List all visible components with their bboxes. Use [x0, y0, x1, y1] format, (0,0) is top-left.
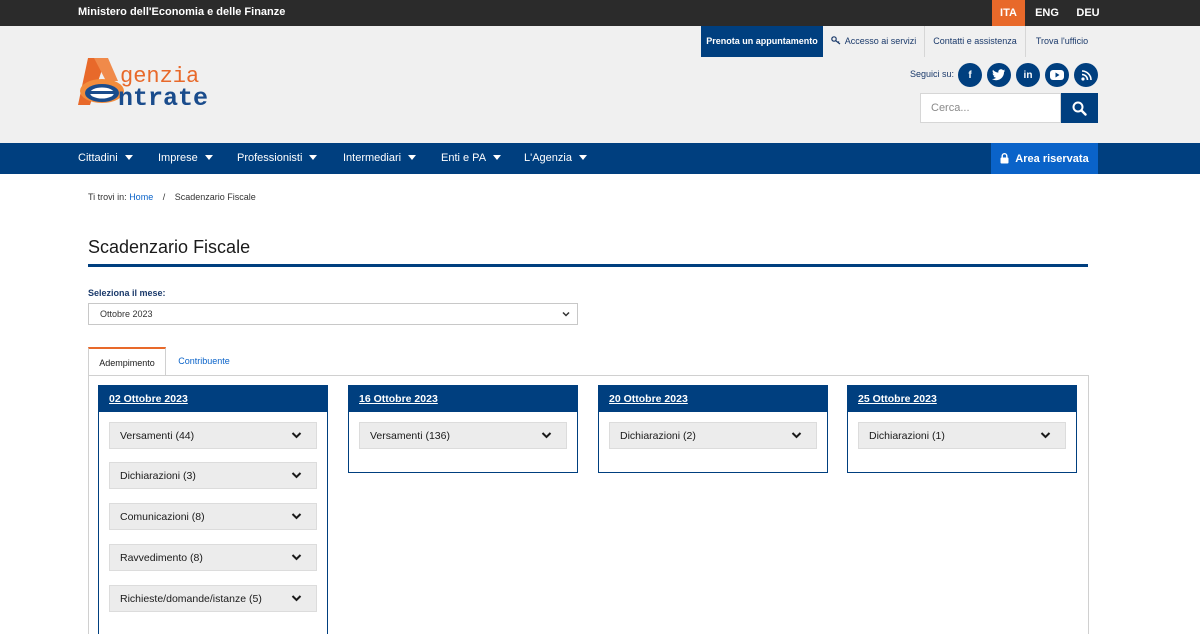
reserved-area-button[interactable]: Area riservata: [991, 143, 1098, 174]
caret-down-icon: [578, 155, 587, 160]
accordion-richieste[interactable]: Richieste/domande/istanze (5): [109, 585, 317, 612]
accordion-dichiarazioni[interactable]: Dichiarazioni (3): [109, 462, 317, 489]
page-title: Scadenzario Fiscale: [88, 237, 251, 257]
lang-deu[interactable]: DEU: [1068, 0, 1108, 26]
nav-label: Professionisti: [237, 152, 303, 164]
nav-item-imprese[interactable]: Imprese: [158, 143, 213, 174]
accordion-label: Versamenti (136): [370, 430, 450, 442]
breadcrumb: Ti trovi in: Home / Scadenzario Fiscale: [88, 192, 256, 202]
accordion-versamenti[interactable]: Versamenti (44): [109, 422, 317, 449]
services-link[interactable]: Accesso ai servizi: [823, 26, 925, 57]
breadcrumb-prefix: Ti trovi in:: [88, 192, 127, 202]
linkedin-icon[interactable]: in: [1016, 63, 1040, 87]
key-icon: [830, 36, 841, 45]
chevron-down-icon: [541, 432, 552, 439]
social-label: Seguici su:: [910, 69, 955, 79]
chevron-down-icon: [291, 513, 302, 520]
services-label: Accesso ai servizi: [844, 36, 917, 46]
day-card-date[interactable]: 25 Ottobre 2023: [848, 386, 1076, 412]
ministry-link[interactable]: Ministero dell'Economia e delle Finanze: [78, 6, 285, 18]
twitter-icon[interactable]: [987, 63, 1011, 87]
caret-down-icon: [309, 155, 318, 160]
nav-label: Cittadini: [78, 152, 118, 164]
nav-label: Enti e PA: [441, 152, 487, 164]
lock-icon: [1000, 153, 1009, 164]
search-icon: [1072, 101, 1087, 116]
day-card-date[interactable]: 20 Ottobre 2023: [599, 386, 827, 412]
chevron-down-icon: [1040, 432, 1051, 439]
breadcrumb-home-link[interactable]: Home: [129, 192, 153, 202]
month-select-value: Ottobre 2023: [100, 309, 153, 319]
accordion-label: Dichiarazioni (1): [869, 430, 945, 442]
caret-down-icon: [408, 155, 417, 160]
breadcrumb-separator: /: [162, 192, 166, 202]
month-select[interactable]: Ottobre 2023: [88, 303, 578, 325]
accordion-label: Richieste/domande/istanze (5): [120, 593, 262, 605]
chevron-down-icon: [791, 432, 802, 439]
accordion-dichiarazioni[interactable]: Dichiarazioni (2): [609, 422, 817, 449]
month-label: Seleziona il mese:: [88, 288, 166, 298]
day-card-date[interactable]: 02 Ottobre 2023: [99, 386, 327, 412]
day-card-02: 02 Ottobre 2023 Versamenti (44) Dichiara…: [98, 385, 328, 634]
agenzia-entrate-logo[interactable]: genzia ntrate: [78, 55, 248, 111]
tab-adempimento[interactable]: Adempimento: [88, 347, 166, 375]
day-card-20: 20 Ottobre 2023 Dichiarazioni (2): [598, 385, 828, 473]
nav-label: L'Agenzia: [524, 152, 572, 164]
accordion-label: Dichiarazioni (3): [120, 470, 196, 482]
caret-down-icon: [204, 155, 213, 160]
nav-label: Intermediari: [343, 152, 402, 164]
title-divider: [88, 264, 1088, 267]
lang-ita[interactable]: ITA: [992, 0, 1025, 26]
tab-contribuente[interactable]: Contribuente: [166, 347, 242, 375]
facebook-icon[interactable]: f: [958, 63, 982, 87]
lang-eng[interactable]: ENG: [1030, 0, 1064, 26]
accordion-label: Versamenti (44): [120, 430, 195, 442]
nav-label: Imprese: [158, 152, 198, 164]
youtube-icon[interactable]: [1045, 63, 1069, 87]
site-header: Prenota un appuntamento Accesso ai servi…: [0, 26, 1200, 143]
reserved-area-label: Area riservata: [1015, 152, 1089, 165]
nav-item-cittadini[interactable]: Cittadini: [78, 143, 133, 174]
nav-item-intermediari[interactable]: Intermediari: [343, 143, 417, 174]
search-button[interactable]: [1061, 93, 1098, 123]
chevron-down-icon: [562, 311, 570, 317]
chevron-down-icon: [291, 472, 302, 479]
breadcrumb-current: Scadenzario Fiscale: [174, 192, 256, 202]
appointment-link[interactable]: Prenota un appuntamento: [701, 26, 823, 57]
nav-item-agenzia[interactable]: L'Agenzia: [524, 143, 587, 174]
chevron-down-icon: [291, 554, 302, 561]
accordion-ravvedimento[interactable]: Ravvedimento (8): [109, 544, 317, 571]
accordion-comunicazioni[interactable]: Comunicazioni (8): [109, 503, 317, 530]
nav-item-professionisti[interactable]: Professionisti: [237, 143, 318, 174]
accordion-dichiarazioni[interactable]: Dichiarazioni (1): [858, 422, 1066, 449]
office-link[interactable]: Trova l'ufficio: [1026, 26, 1098, 57]
rss-icon[interactable]: [1074, 63, 1098, 87]
day-card-25: 25 Ottobre 2023 Dichiarazioni (1): [847, 385, 1077, 473]
caret-down-icon: [493, 155, 502, 160]
accordion-label: Comunicazioni (8): [120, 511, 205, 523]
accordion-label: Dichiarazioni (2): [620, 430, 696, 442]
chevron-down-icon: [291, 595, 302, 602]
search-input[interactable]: [920, 93, 1061, 123]
logo-line2: ntrate: [118, 84, 208, 111]
nav-item-enti-pa[interactable]: Enti e PA: [441, 143, 502, 174]
caret-down-icon: [124, 155, 133, 160]
top-bar: Ministero dell'Economia e delle Finanze …: [0, 0, 1200, 26]
day-card-date[interactable]: 16 Ottobre 2023: [349, 386, 577, 412]
day-card-16: 16 Ottobre 2023 Versamenti (136): [348, 385, 578, 473]
accordion-label: Ravvedimento (8): [120, 552, 203, 564]
chevron-down-icon: [291, 432, 302, 439]
contacts-link[interactable]: Contatti e assistenza: [925, 26, 1026, 57]
main-nav: Cittadini Imprese Professionisti Interme…: [0, 143, 1200, 174]
accordion-versamenti[interactable]: Versamenti (136): [359, 422, 567, 449]
